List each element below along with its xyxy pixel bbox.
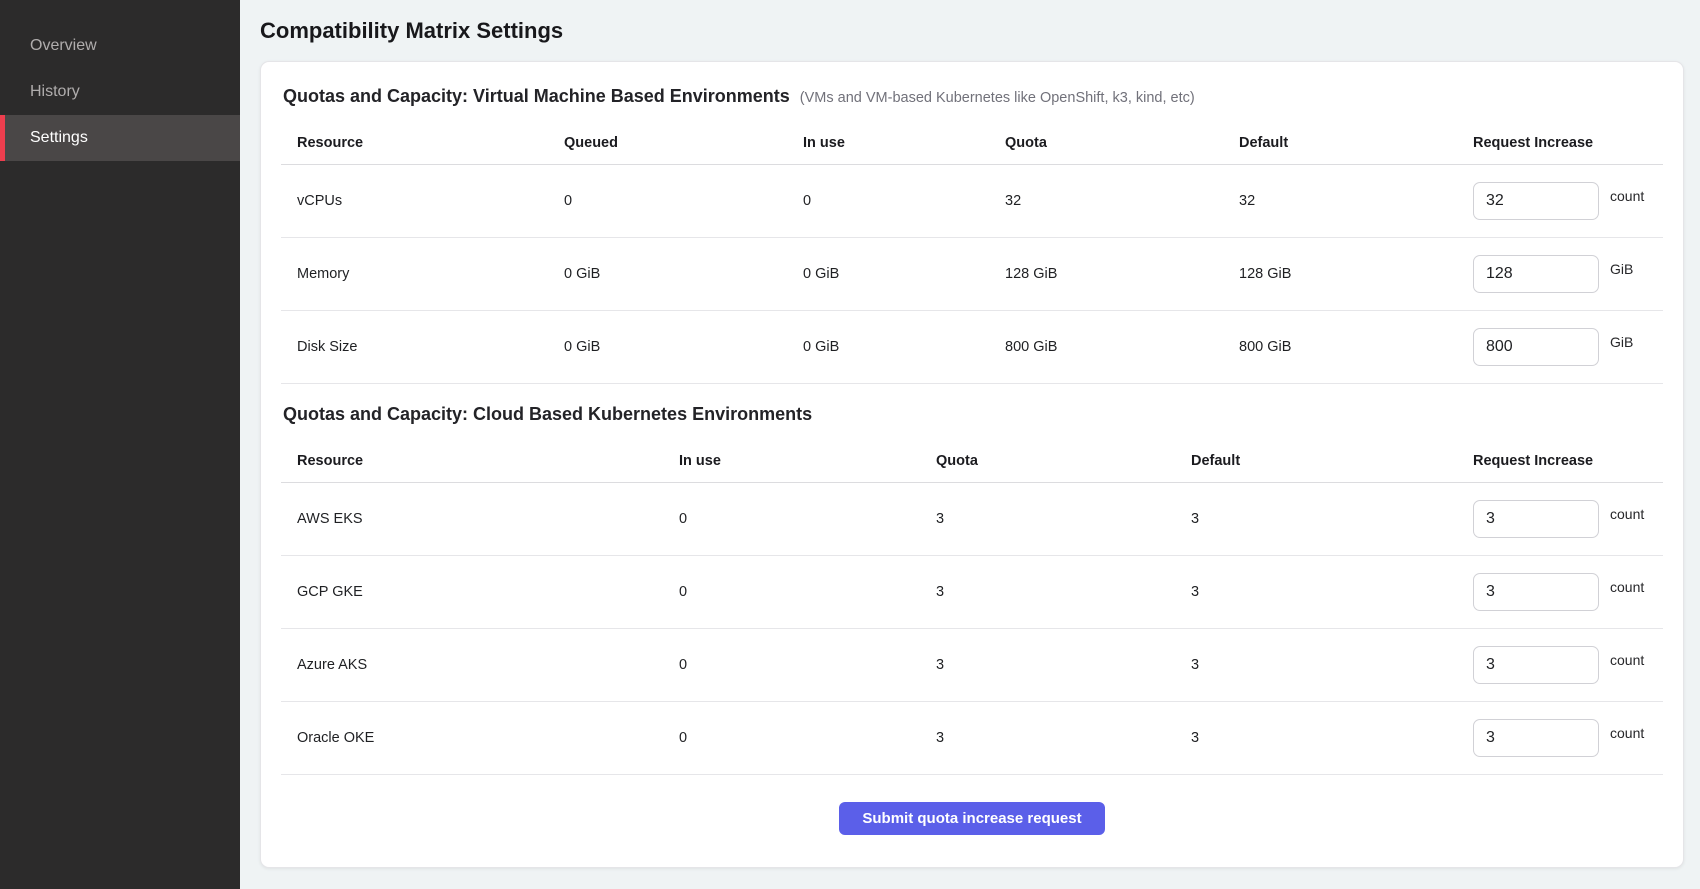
main-content: Compatibility Matrix Settings Quotas and…	[240, 0, 1700, 889]
queued-value: 0 GiB	[564, 339, 803, 355]
table-row-gcp-gke: GCP GKE 0 3 3 count	[281, 556, 1663, 629]
unit-label: count	[1610, 506, 1644, 522]
column-header-resource: Resource	[297, 453, 679, 469]
cloud-table-header-row: Resource In use Quota Default Request In…	[281, 439, 1663, 483]
column-header-default: Default	[1191, 453, 1473, 469]
azure-aks-request-input[interactable]	[1473, 646, 1599, 684]
quota-value: 3	[936, 730, 1191, 746]
queued-value: 0	[564, 193, 803, 209]
in-use-value: 0	[679, 511, 936, 527]
resource-name: Memory	[297, 266, 564, 282]
quota-value: 3	[936, 657, 1191, 673]
unit-label: GiB	[1610, 334, 1633, 350]
sidebar-item-settings[interactable]: Settings	[0, 115, 240, 161]
submit-quota-increase-button[interactable]: Submit quota increase request	[839, 802, 1104, 835]
default-value: 3	[1191, 730, 1473, 746]
default-value: 3	[1191, 657, 1473, 673]
settings-card: Quotas and Capacity: Virtual Machine Bas…	[260, 61, 1684, 868]
quota-value: 32	[1005, 193, 1239, 209]
vm-table: Resource Queued In use Quota Default Req…	[281, 121, 1663, 384]
sidebar: Overview History Settings	[0, 0, 240, 889]
quota-value: 3	[936, 511, 1191, 527]
page-title: Compatibility Matrix Settings	[260, 18, 1684, 44]
vm-section-subtitle: (VMs and VM-based Kubernetes like OpenSh…	[800, 90, 1195, 106]
in-use-value: 0	[679, 584, 936, 600]
in-use-value: 0 GiB	[803, 266, 1005, 282]
column-header-in-use: In use	[803, 135, 1005, 151]
vm-section-title: Quotas and Capacity: Virtual Machine Bas…	[283, 86, 790, 107]
column-header-in-use: In use	[679, 453, 936, 469]
table-row-azure-aks: Azure AKS 0 3 3 count	[281, 629, 1663, 702]
unit-label: count	[1610, 579, 1644, 595]
column-header-quota: Quota	[936, 453, 1191, 469]
column-header-quota: Quota	[1005, 135, 1239, 151]
in-use-value: 0	[679, 730, 936, 746]
column-header-resource: Resource	[297, 135, 564, 151]
column-header-default: Default	[1239, 135, 1473, 151]
aws-eks-request-input[interactable]	[1473, 500, 1599, 538]
quota-value: 128 GiB	[1005, 266, 1239, 282]
resource-name: Oracle OKE	[297, 730, 679, 746]
vcpus-request-input[interactable]	[1473, 182, 1599, 220]
table-row-aws-eks: AWS EKS 0 3 3 count	[281, 483, 1663, 556]
table-row-memory: Memory 0 GiB 0 GiB 128 GiB 128 GiB GiB	[281, 238, 1663, 311]
unit-label: count	[1610, 652, 1644, 668]
resource-name: AWS EKS	[297, 511, 679, 527]
cloud-section-header: Quotas and Capacity: Cloud Based Kuberne…	[281, 404, 1663, 425]
in-use-value: 0	[803, 193, 1005, 209]
column-header-request-increase: Request Increase	[1473, 135, 1647, 151]
table-row-oracle-oke: Oracle OKE 0 3 3 count	[281, 702, 1663, 775]
vm-section-header: Quotas and Capacity: Virtual Machine Bas…	[281, 86, 1663, 107]
unit-label: count	[1610, 188, 1644, 204]
quota-value: 3	[936, 584, 1191, 600]
in-use-value: 0	[679, 657, 936, 673]
vm-table-header-row: Resource Queued In use Quota Default Req…	[281, 121, 1663, 165]
resource-name: Disk Size	[297, 339, 564, 355]
oracle-oke-request-input[interactable]	[1473, 719, 1599, 757]
gcp-gke-request-input[interactable]	[1473, 573, 1599, 611]
resource-name: vCPUs	[297, 193, 564, 209]
column-header-request-increase: Request Increase	[1473, 453, 1647, 469]
default-value: 128 GiB	[1239, 266, 1473, 282]
default-value: 3	[1191, 511, 1473, 527]
resource-name: GCP GKE	[297, 584, 679, 600]
cloud-section-title: Quotas and Capacity: Cloud Based Kuberne…	[283, 404, 812, 425]
sidebar-item-overview[interactable]: Overview	[0, 23, 240, 69]
unit-label: GiB	[1610, 261, 1633, 277]
disk-size-request-input[interactable]	[1473, 328, 1599, 366]
unit-label: count	[1610, 725, 1644, 741]
sidebar-item-label: History	[30, 83, 80, 101]
table-row-disk-size: Disk Size 0 GiB 0 GiB 800 GiB 800 GiB Gi…	[281, 311, 1663, 384]
card-footer: Submit quota increase request	[281, 775, 1663, 835]
resource-name: Azure AKS	[297, 657, 679, 673]
memory-request-input[interactable]	[1473, 255, 1599, 293]
column-header-queued: Queued	[564, 135, 803, 151]
default-value: 3	[1191, 584, 1473, 600]
sidebar-item-label: Overview	[30, 37, 97, 55]
default-value: 32	[1239, 193, 1473, 209]
in-use-value: 0 GiB	[803, 339, 1005, 355]
active-indicator	[0, 115, 5, 161]
table-row-vcpus: vCPUs 0 0 32 32 count	[281, 165, 1663, 238]
quota-value: 800 GiB	[1005, 339, 1239, 355]
queued-value: 0 GiB	[564, 266, 803, 282]
default-value: 800 GiB	[1239, 339, 1473, 355]
sidebar-item-label: Settings	[30, 129, 88, 147]
sidebar-item-history[interactable]: History	[0, 69, 240, 115]
cloud-table: Resource In use Quota Default Request In…	[281, 439, 1663, 775]
